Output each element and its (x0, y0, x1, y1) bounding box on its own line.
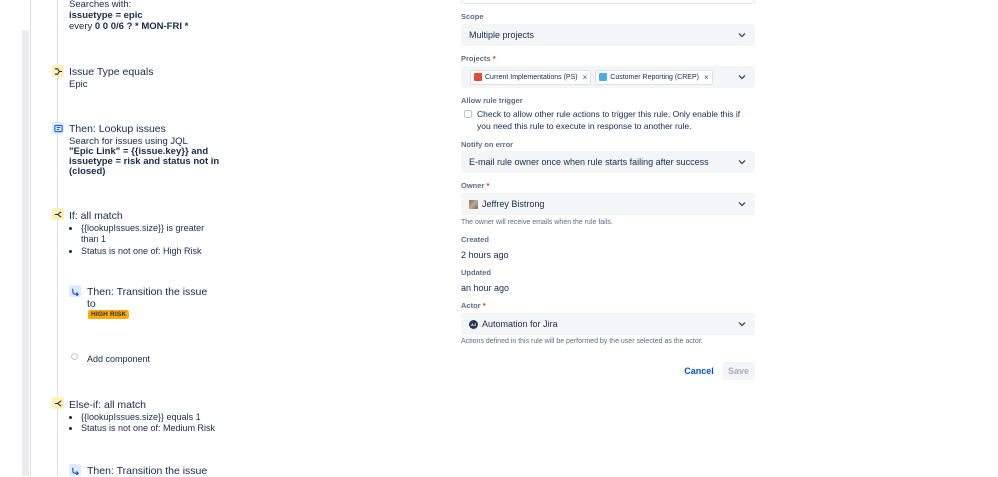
scope-value: Multiple projects (469, 30, 535, 40)
actor-value: Automation for Jira (482, 319, 558, 329)
updated-label: Updated (461, 268, 491, 277)
chevron-down-icon (738, 33, 746, 38)
checkbox-icon[interactable] (464, 110, 472, 118)
required-mark: * (492, 54, 496, 63)
node-else-if-title[interactable]: Else-if: all match (69, 399, 146, 411)
projects-multiselect[interactable]: Current Implementations (PS) × Customer … (461, 66, 755, 88)
project-tag-label: Current Implementations (PS) (485, 73, 578, 81)
condition-text: {{lookupIssues.size}} equals 1 (81, 412, 201, 422)
branch-icon[interactable] (52, 65, 64, 77)
condition-text: Status is not one of: Medium Risk (81, 423, 216, 433)
node-issue-type-value: Epic (69, 79, 88, 90)
project-icon (474, 73, 482, 81)
avatar (469, 199, 478, 209)
node-lookup-jql-3: (closed) (69, 166, 106, 177)
created-value: 2 hours ago (461, 250, 509, 260)
avatar: AJ (469, 319, 478, 329)
allow-trigger-label: Allow rule trigger (461, 96, 523, 105)
project-icon (599, 73, 608, 81)
branch-icon[interactable] (52, 397, 64, 409)
actor-helper-text: Actions defined in this rule will be per… (461, 338, 703, 345)
required-mark: * (486, 181, 490, 190)
allow-trigger-text-1: Check to allow other rule actions to tri… (477, 109, 741, 119)
owner-label-text: Owner (461, 181, 485, 190)
node-if-conditions: {{lookupIssues.size}} is greaterthan 1 S… (70, 223, 210, 257)
actor-label-text: Actor (461, 301, 481, 310)
projects-label: Projects * (461, 54, 496, 63)
owner-select[interactable]: Jeffrey Bistrong (461, 193, 755, 215)
condition-item: Status is not one of: High Risk (81, 246, 210, 257)
node-transition-title-cont: to (87, 298, 96, 310)
notify-select[interactable]: E-mail rule owner once when rule starts … (461, 151, 755, 173)
cancel-button[interactable]: Cancel (680, 362, 718, 380)
scope-label: Scope (461, 12, 484, 21)
node-else-if-conditions: {{lookupIssues.size}} equals 1 Status is… (70, 412, 220, 434)
chevron-down-icon (738, 202, 746, 207)
notify-label: Notify on error (461, 140, 514, 149)
status-badge: HIGH RISK (88, 310, 130, 319)
transition-icon[interactable] (69, 464, 81, 476)
cron-expression: 0 0 0/6 ? * MON-FRI * (94, 21, 189, 32)
node-transition-title[interactable]: Then: Transition the issue (87, 465, 207, 477)
condition-item: {{lookupIssues.size}} equals 1 (81, 412, 220, 423)
add-component-button[interactable]: Add component (87, 353, 150, 365)
save-button[interactable]: Save (722, 362, 755, 380)
created-label: Created (461, 235, 489, 244)
close-icon[interactable]: × (704, 73, 709, 82)
condition-text: than 1 (81, 234, 107, 244)
node-issue-type-title[interactable]: Issue Type equals (69, 66, 153, 78)
cron-schedule: every 0 0 0/6 ? * MON-FRI * (69, 21, 188, 33)
required-mark: * (482, 301, 486, 310)
project-tag: Customer Reporting (CREP) × (595, 69, 713, 85)
chevron-down-icon (738, 322, 746, 327)
scrollbar[interactable] (22, 30, 29, 476)
cron-prefix: every (69, 21, 93, 32)
scope-select[interactable]: Multiple projects (461, 24, 755, 46)
condition-item: {{lookupIssues.size}} is greaterthan 1 (81, 223, 210, 245)
project-tag-label: Customer Reporting (CREP) (610, 73, 699, 81)
actor-label: Actor * (461, 301, 486, 310)
projects-label-text: Projects (461, 54, 491, 63)
node-transition-title[interactable]: Then: Transition the issue (87, 286, 207, 298)
divider (30, 0, 31, 476)
branch-icon[interactable] (52, 208, 64, 220)
add-component-dot (71, 353, 78, 360)
node-if-title[interactable]: If: all match (69, 210, 123, 222)
owner-value: Jeffrey Bistrong (482, 199, 545, 209)
close-icon[interactable]: × (583, 73, 588, 82)
owner-helper-text: The owner will receive emails when the r… (461, 219, 613, 226)
allow-trigger-text-2: you need this rule to execute in respons… (477, 121, 692, 131)
updated-value: an hour ago (461, 283, 510, 293)
chevron-down-icon (738, 75, 746, 80)
condition-text: {{lookupIssues.size}} is greater (81, 223, 205, 233)
lookup-icon[interactable] (52, 122, 64, 134)
condition-text: Status is not one of: High Risk (81, 246, 202, 256)
name-input[interactable] (461, 0, 755, 4)
notify-value: E-mail rule owner once when rule starts … (469, 157, 709, 167)
chevron-down-icon (738, 160, 746, 165)
node-lookup-title[interactable]: Then: Lookup issues (69, 123, 166, 135)
project-tag: Current Implementations (PS) × (470, 69, 592, 85)
condition-item: Status is not one of: Medium Risk (81, 423, 220, 434)
owner-label: Owner * (461, 181, 489, 190)
transition-icon[interactable] (69, 285, 81, 297)
actor-select[interactable]: AJ Automation for Jira (461, 313, 755, 335)
